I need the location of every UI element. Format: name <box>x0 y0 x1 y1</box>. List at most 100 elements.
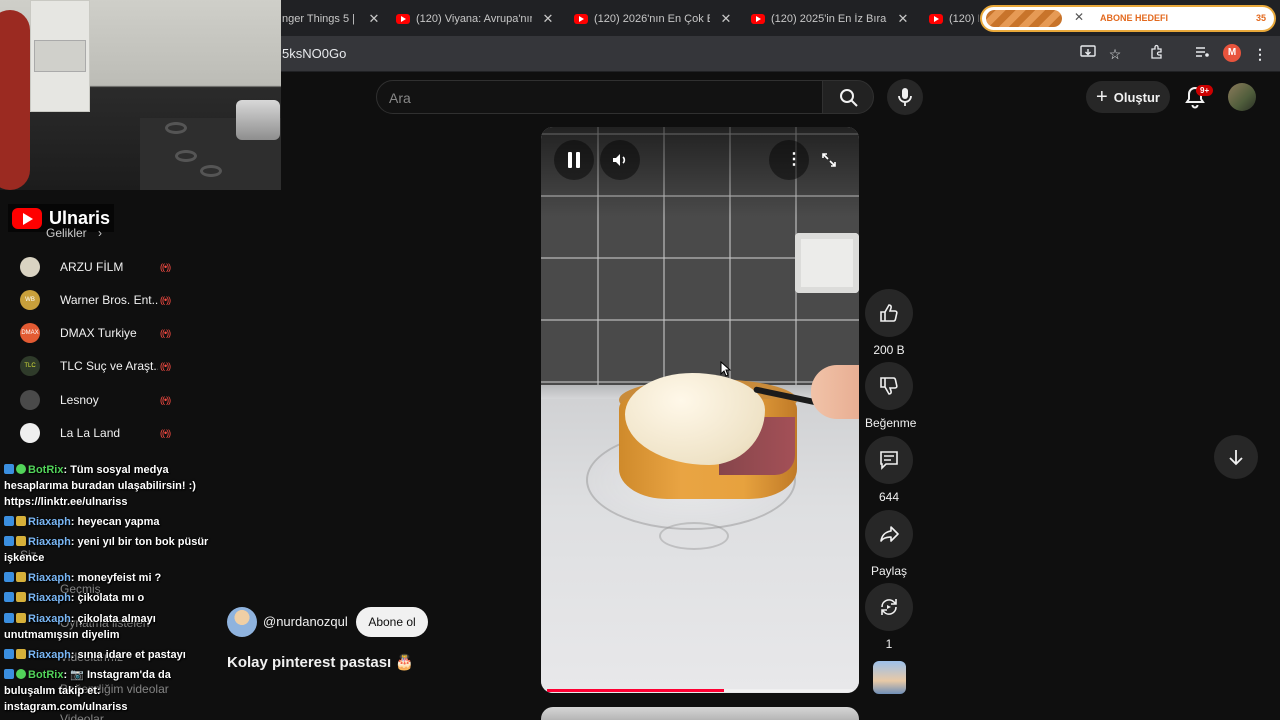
live-icon: ((•)) <box>160 262 171 272</box>
remix-count: 1 <box>885 637 893 651</box>
member-badge-icon <box>16 649 26 659</box>
share-label: Paylaş <box>870 564 908 578</box>
browser-profile-avatar[interactable]: M <box>1223 44 1241 62</box>
bot-badge-icon <box>16 464 26 474</box>
chevron-right-icon: › <box>98 226 103 240</box>
badge-icon <box>4 572 14 582</box>
browser-tab[interactable]: (120) 2025'in En İz Bırakan ✕ <box>751 6 911 32</box>
sidebar-section-title[interactable]: Gelikler › <box>46 226 102 240</box>
youtube-icon <box>574 14 588 24</box>
next-short-button[interactable] <box>1214 435 1258 479</box>
channel-name: Warner Bros. Ent... <box>60 293 158 307</box>
live-icon: ((•)) <box>160 428 171 438</box>
search-input[interactable]: Ara <box>376 80 824 114</box>
browser-tab[interactable]: (120) 2026'nın En Çok Bekl ✕ <box>574 6 734 32</box>
channel-avatar: DMAX <box>20 323 40 343</box>
youtube-icon <box>396 14 410 24</box>
badge-icon <box>4 613 14 623</box>
browser-tab[interactable]: nger Things 5 | Fi ✕ <box>282 6 382 32</box>
short-channel-name[interactable]: @nurdanozqul <box>263 614 348 629</box>
comment-count: 644 <box>878 490 900 504</box>
dislike-label: Beğenme <box>865 416 917 430</box>
remix-button[interactable]: 1 <box>865 583 913 651</box>
member-badge-icon <box>16 592 26 602</box>
webcam-overlay <box>0 0 281 190</box>
comments-button[interactable]: 644 <box>865 436 913 504</box>
sidebar-item-la-la-land[interactable]: La La Land ((•)) <box>20 422 180 444</box>
webcam-burner <box>165 122 187 134</box>
widget-close-icon: ✕ <box>1074 10 1085 24</box>
account-avatar[interactable] <box>1228 83 1256 111</box>
fullscreen-button[interactable] <box>809 140 849 180</box>
more-options-button[interactable]: ⋮ <box>769 140 809 180</box>
pause-button[interactable] <box>554 140 594 180</box>
extensions-icon[interactable] <box>1147 44 1167 64</box>
subscriber-goal-widget: ✕ ABONE HEDEFI 35 <box>980 5 1276 32</box>
search-button[interactable] <box>822 80 874 114</box>
create-label: Oluştur <box>1113 89 1160 105</box>
short-video-player[interactable]: ⋮ <box>541 127 859 693</box>
subscriber-goal-value: 35 <box>1255 13 1266 23</box>
tab-close-icon[interactable]: ✕ <box>718 11 734 27</box>
channel-avatar: TLC <box>20 356 40 376</box>
channel-name: La La Land <box>60 426 121 440</box>
member-badge-icon <box>16 516 26 526</box>
badge-icon <box>4 649 14 659</box>
youtube-logo-icon <box>12 207 42 229</box>
subscribe-button[interactable]: Abone ol <box>356 607 428 637</box>
browser-menu-icon[interactable]: ⋮ <box>1250 44 1270 64</box>
browser-tab[interactable]: (120) Viyana: Avrupa'nın En ✕ <box>396 6 556 32</box>
channel-name: Lesnoy <box>60 393 99 407</box>
member-badge-icon <box>16 536 26 546</box>
video-progress-bar[interactable] <box>547 689 853 692</box>
channel-thumbnail[interactable] <box>873 661 906 694</box>
live-icon: ((•)) <box>160 295 171 305</box>
url-text[interactable]: 5ksNO0Go <box>282 46 346 61</box>
dislike-button[interactable]: Beğenme <box>865 362 917 430</box>
sidebar-item-arzu-film[interactable]: ARZU FİLM ((•)) <box>20 256 180 278</box>
chat-message: BotRix: 📷 Instagram'da da buluşalım taki… <box>4 669 171 713</box>
stream-chat: BotRix: Tüm sosyal medya hesaplarıma bur… <box>0 458 215 720</box>
sidebar-item-tlc[interactable]: TLC TLC Suç ve Araşt... ((•)) <box>20 355 180 377</box>
sidebar-item-dmax[interactable]: DMAX DMAX Turkiye ((•)) <box>20 322 180 344</box>
live-icon: ((•)) <box>160 361 171 371</box>
badge-icon <box>4 669 14 679</box>
channel-name: TLC Suç ve Araşt... <box>60 359 158 373</box>
channel-avatar <box>20 390 40 410</box>
short-title[interactable]: Kolay pinterest pastası 🎂 <box>227 653 414 671</box>
tab-close-icon[interactable]: ✕ <box>895 11 911 27</box>
badge-icon <box>4 464 14 474</box>
bookmark-star-icon[interactable]: ☆ <box>1105 44 1125 64</box>
chat-message: BotRix: Tüm sosyal medya hesaplarıma bur… <box>4 464 196 508</box>
tab-title: (120) Viyana: Avrupa'nın En <box>416 13 532 25</box>
browser-tab[interactable]: (120) D <box>929 6 979 32</box>
subscriber-goal-bar <box>986 10 1062 27</box>
screen: nger Things 5 | Fi ✕ (120) Viyana: Avrup… <box>0 0 1280 720</box>
install-app-icon[interactable] <box>1078 44 1098 64</box>
sidebar-item-warner[interactable]: WB Warner Bros. Ent... ((•)) <box>20 289 180 311</box>
like-button[interactable]: 200 B <box>865 289 913 357</box>
pause-icon <box>568 152 572 168</box>
live-icon: ((•)) <box>160 395 171 405</box>
chat-message: Riaxaph: heyecan yapma <box>4 514 209 530</box>
plus-icon: + <box>1096 86 1108 108</box>
tab-close-icon[interactable]: ✕ <box>366 11 382 27</box>
short-channel-avatar[interactable] <box>227 607 257 637</box>
voice-search-button[interactable] <box>887 79 923 115</box>
share-button[interactable]: Paylaş <box>865 510 913 578</box>
subscriber-goal-label: ABONE HEDEFI <box>1100 13 1169 23</box>
tab-close-icon[interactable]: ✕ <box>540 11 556 27</box>
sidebar-item-lesnoy[interactable]: Lesnoy ((•)) <box>20 389 180 411</box>
mouse-cursor-icon <box>720 361 732 377</box>
create-button[interactable]: + Oluştur <box>1086 81 1170 113</box>
share-arrow-icon <box>880 526 899 542</box>
volume-button[interactable] <box>600 140 640 180</box>
youtube-icon <box>929 14 943 24</box>
cake-stand-base <box>659 522 729 550</box>
next-short-preview[interactable] <box>541 707 859 720</box>
tab-title: nger Things 5 | Fi <box>282 13 358 25</box>
channel-avatar <box>20 257 40 277</box>
media-control-icon[interactable] <box>1192 44 1212 64</box>
chat-message: Riaxaph: moneyfeist mi ? <box>4 570 209 586</box>
member-badge-icon <box>16 613 26 623</box>
